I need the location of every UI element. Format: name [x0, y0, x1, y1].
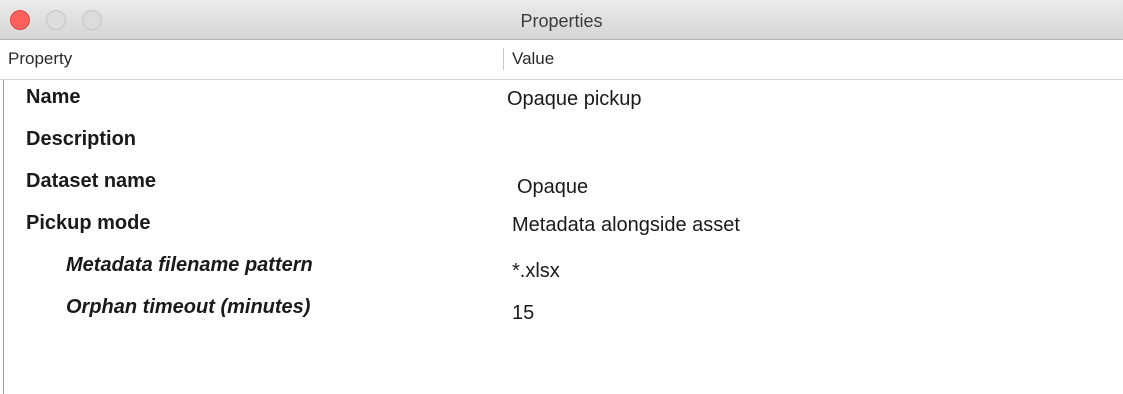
- property-row-pickup-mode[interactable]: Pickup mode Metadata alongside asset: [0, 206, 1123, 248]
- property-row-orphan-timeout[interactable]: Orphan timeout (minutes) 15: [0, 290, 1123, 332]
- properties-window: Properties Property Value Name Opaque pi…: [0, 0, 1123, 394]
- property-value[interactable]: Opaque pickup: [507, 88, 642, 111]
- property-row-dataset-name[interactable]: Dataset name Opaque: [0, 164, 1123, 206]
- property-label: Metadata filename pattern: [66, 254, 313, 276]
- property-label: Pickup mode: [26, 212, 151, 234]
- property-value[interactable]: Metadata alongside asset: [512, 214, 740, 237]
- property-row-metadata-filename-pattern[interactable]: Metadata filename pattern *.xlsx: [0, 248, 1123, 290]
- property-label: Dataset name: [26, 170, 157, 192]
- property-row-name[interactable]: Name Opaque pickup: [0, 80, 1123, 122]
- property-row-description[interactable]: Description: [0, 122, 1123, 164]
- column-header-property[interactable]: Property: [8, 49, 72, 69]
- property-value[interactable]: *.xlsx: [512, 260, 560, 283]
- property-value[interactable]: Opaque: [517, 176, 588, 199]
- property-label: Description: [26, 128, 137, 150]
- column-resize-handle[interactable]: [503, 48, 504, 70]
- column-header-value[interactable]: Value: [512, 49, 554, 69]
- property-label: Orphan timeout (minutes): [66, 296, 311, 318]
- window-title: Properties: [520, 11, 603, 31]
- property-label: Name: [26, 86, 81, 108]
- table-header: Property Value: [0, 40, 1123, 80]
- property-value[interactable]: 15: [512, 302, 534, 325]
- property-rows: Name Opaque pickup Description Dataset n…: [0, 80, 1123, 332]
- title-bar[interactable]: Properties: [0, 0, 1123, 40]
